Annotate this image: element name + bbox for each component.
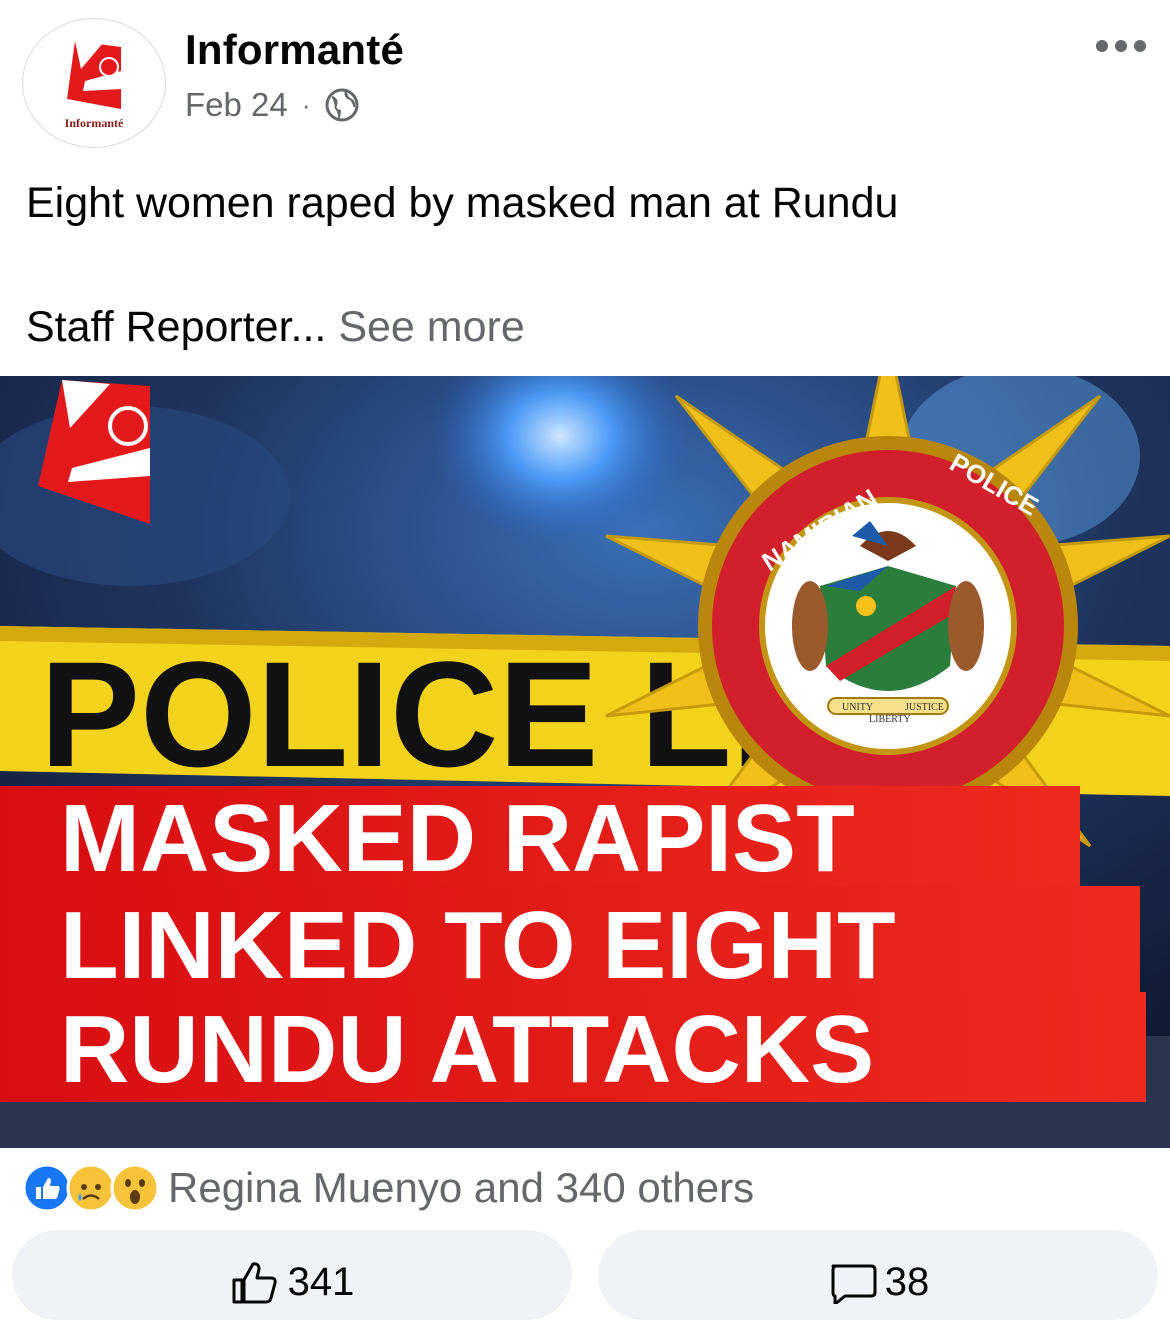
more-options-icon[interactable] [1096, 40, 1146, 52]
comment-button[interactable]: 38 [598, 1230, 1158, 1320]
post-image[interactable]: POLICE LINE UNITY LIBERTY JUSTICE NAMIBI… [0, 376, 1170, 1148]
comment-count: 38 [884, 1260, 930, 1304]
globe-icon [325, 88, 359, 122]
post-header: Informanté Informanté Feb 24 · [0, 0, 1170, 160]
post-text: Eight women raped by masked man at Rundu [26, 179, 899, 227]
thumbs-up-icon [232, 1262, 277, 1304]
reaction-icons [22, 1163, 160, 1213]
page-name-link[interactable]: Informanté [185, 26, 404, 74]
post-date[interactable]: Feb 24 [185, 86, 288, 124]
news-graphic: POLICE LINE UNITY LIBERTY JUSTICE NAMIBI… [0, 376, 1170, 1148]
more-dot [1096, 40, 1108, 52]
headline-line-2: LINKED TO EIGHT [60, 892, 896, 999]
post-meta: Feb 24 · [185, 86, 360, 124]
like-count: 341 [287, 1260, 355, 1304]
page-avatar[interactable]: Informanté [22, 18, 166, 148]
more-dot [1115, 40, 1127, 52]
headline-line-1: MASKED RAPIST [60, 785, 855, 892]
seal-motto-center: LIBERTY [869, 714, 911, 725]
see-more-link[interactable]: See more [338, 303, 524, 351]
more-dot [1134, 40, 1146, 52]
seal-motto-left: UNITY [842, 702, 873, 713]
headline-line-3: RUNDU ATTACKS [60, 996, 874, 1103]
separator-dot: · [301, 89, 311, 120]
like-reaction-icon [22, 1163, 72, 1213]
reactions-summary-text: Regina Muenyo and 340 others [168, 1164, 755, 1211]
like-button[interactable]: 341 [12, 1230, 572, 1320]
wow-reaction-icon [110, 1163, 160, 1213]
comment-icon [831, 1264, 877, 1304]
reporter-text: Staff Reporter... [26, 303, 327, 351]
avatar-logo-text: Informanté [64, 116, 124, 130]
post-text-continued: Staff Reporter... See more [26, 296, 525, 358]
sad-reaction-icon [66, 1163, 116, 1213]
seal-motto-right: JUSTICE [905, 702, 944, 713]
reactions-summary[interactable]: Regina Muenyo and 340 others [22, 1160, 754, 1216]
